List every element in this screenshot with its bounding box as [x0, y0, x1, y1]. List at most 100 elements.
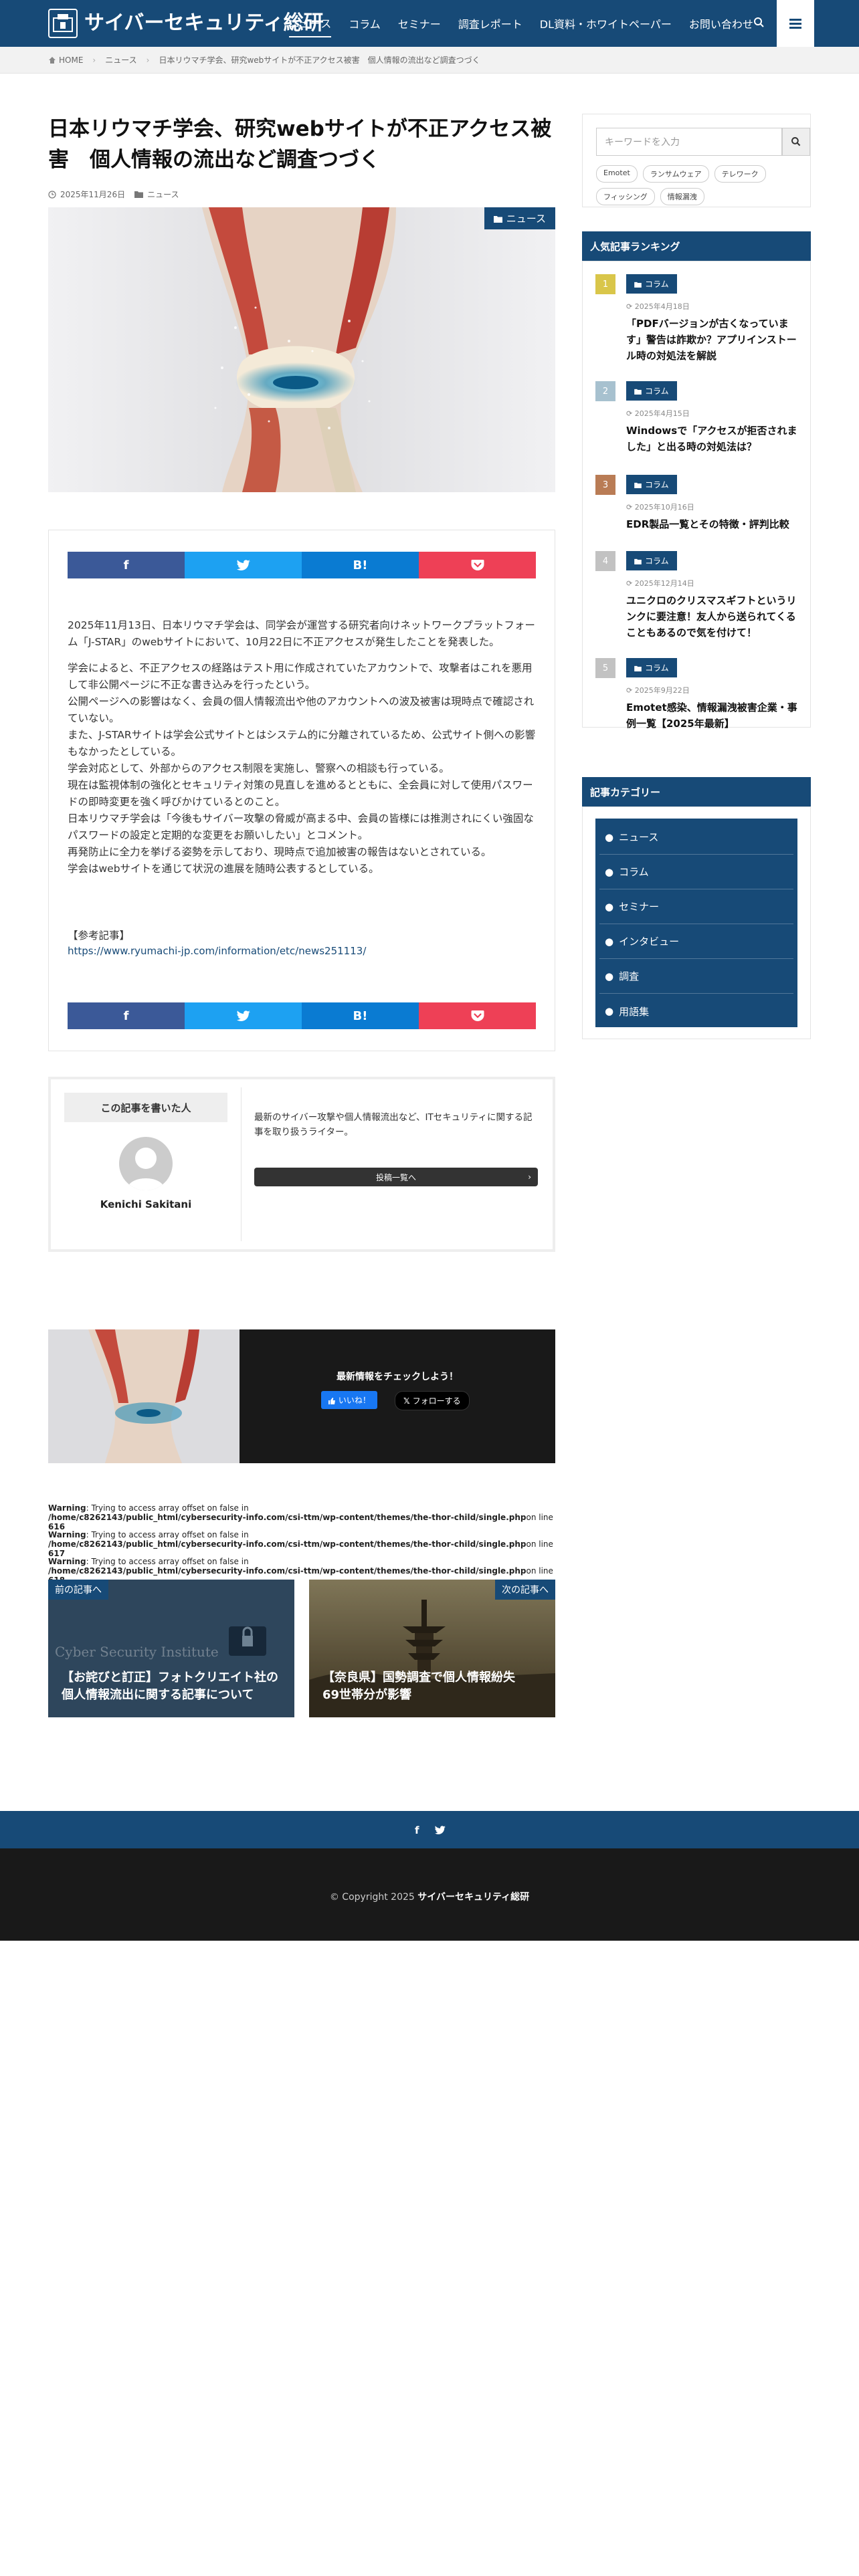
tag-cloud: Emotet ランサムウェア テレワーク フィッシング 情報漏洩 [596, 165, 797, 205]
author-divider [241, 1087, 242, 1241]
rank-category-badge[interactable]: コラム [626, 274, 677, 294]
circle-chevron-icon: ● [605, 831, 614, 843]
tag-item[interactable]: Emotet [596, 165, 638, 183]
next-article-card[interactable]: 次の記事へ 【奈良県】国勢調査で個人情報紛失 69世帯分が影響 [309, 1580, 555, 1717]
rank-number: 2 [595, 381, 615, 401]
article-paragraph: 2025年11月13日、日本リウマチ学会は、同学会が運営する研究者向けネットワー… [68, 619, 535, 648]
nav-item-news[interactable]: ニュース [289, 9, 332, 37]
prev-article-card[interactable]: Cyber Security Institute 前の記事へ 【お詫びと訂正】フ… [48, 1580, 294, 1717]
chevron-right-icon: › [528, 1172, 531, 1182]
article-paragraph-spacer [68, 651, 537, 660]
rank-title[interactable]: 「PDFバージョンが古くなっています」警告は詐欺か？アプリインストール時の対処法… [626, 316, 797, 364]
facebook-like-button[interactable]: いいね！ [321, 1391, 377, 1409]
follow-text: 最新情報をチェックしよう！ [337, 1372, 458, 1382]
author-posts-button[interactable]: 投稿一覧へ › [254, 1168, 538, 1186]
eyecatch-category-badge[interactable]: ニュース [484, 207, 555, 229]
rank-number: 3 [595, 475, 615, 495]
share-facebook-button[interactable]: f [68, 552, 185, 578]
folder-icon [634, 282, 642, 288]
share-hatena-button[interactable]: B! [302, 1002, 419, 1029]
rank-title[interactable]: Emotet感染、情報漏洩被害企業・事例一覧【2025年最新】 [626, 700, 797, 732]
site-title[interactable]: サイバーセキュリティ総研 [84, 10, 324, 37]
nav-item-seminar[interactable]: セミナー [398, 10, 441, 37]
circle-chevron-icon: ● [605, 1005, 614, 1017]
rank-title[interactable]: ユニクロのクリスマスギフトというリンクに要注意！友人から送られてくることもあるの… [626, 593, 797, 641]
x-logo-icon: 𝕏 [403, 1396, 410, 1406]
twitter-follow-button[interactable]: 𝕏 フォローする [395, 1391, 470, 1410]
tag-item[interactable]: フィッシング [596, 188, 655, 205]
pocket-icon [471, 560, 484, 570]
share-buttons-bottom: f B! [68, 1002, 536, 1029]
category-item-column[interactable]: ● コラム [599, 855, 793, 889]
ranking-item[interactable]: 3 コラム ⟳ 2025年10月16日 EDR製品一覧とその特徴・評判比較 [595, 475, 796, 535]
article-paragraph: 学会対応として、外部からのアクセス制限を実施し、警察への相談も行っている。 [68, 762, 450, 774]
share-facebook-button[interactable]: f [68, 1002, 185, 1029]
article-body: 2025年11月13日、日本リウマチ学会は、同学会が運営する研究者向けネットワー… [68, 617, 537, 877]
rank-category-badge[interactable]: コラム [626, 658, 677, 677]
article-paragraph: また、J-STARサイトは学会公式サイトとはシステム的に分離されているため、公式… [68, 729, 536, 758]
rank-title[interactable]: Windowsで「アクセスが拒否されました」と出る時の対処法は？ [626, 423, 797, 455]
rank-category-badge[interactable]: コラム [626, 381, 677, 401]
rank-title[interactable]: EDR製品一覧とその特徴・評判比較 [626, 516, 797, 532]
ranking-item[interactable]: 5 コラム ⟳ 2025年9月22日 Emotet感染、情報漏洩被害企業・事例一… [595, 658, 797, 730]
ranking-item[interactable]: 1 コラム ⟳ 2025年4月18日 「PDFバージョンが古くなっています」警告… [595, 274, 797, 364]
breadcrumb-category[interactable]: ニュース [105, 54, 136, 66]
category-list: ● ニュース ● コラム ● セミナー ● インタビュー ● 調査 ● 用語集 [595, 819, 797, 1027]
category-heading: 記事カテゴリー [582, 777, 811, 807]
rank-category-badge[interactable]: コラム [626, 551, 677, 570]
footer: © Copyright 2025 サイバーセキュリティ総研 [0, 1848, 859, 1941]
rank-category-badge[interactable]: コラム [626, 475, 677, 494]
next-article-label: 次の記事へ [495, 1580, 555, 1600]
tag-item[interactable]: 情報漏洩 [660, 188, 704, 205]
circle-chevron-icon: ● [605, 935, 614, 948]
article-paragraph: 現在は監視体制の強化とセキュリティ対策の見直しを進めるとともに、全会員に対して使… [68, 779, 533, 808]
nav-item-download[interactable]: DL資料・ホワイトペーパー [540, 10, 672, 37]
tag-item[interactable]: テレワーク [714, 165, 766, 183]
footer-facebook-icon[interactable]: f [415, 1824, 419, 1836]
reference-link[interactable]: https://www.ryumachi-jp.com/information/… [68, 945, 366, 957]
search-input[interactable]: キーワードを入力 [596, 128, 782, 156]
share-pocket-button[interactable] [419, 1002, 536, 1029]
prev-article-label: 前の記事へ [48, 1580, 108, 1600]
share-hatena-button[interactable]: B! [302, 552, 419, 578]
rank-date: ⟳ 2025年12月14日 [626, 579, 694, 588]
footer-twitter-icon[interactable] [435, 1824, 446, 1837]
folder-icon [634, 389, 642, 395]
category-item-interview[interactable]: ● インタビュー [599, 924, 793, 959]
nav-item-contact[interactable]: お問い合わせ [689, 10, 753, 37]
author-name[interactable]: Kenichi Sakitani [64, 1198, 227, 1210]
breadcrumb-home[interactable]: HOME [59, 56, 83, 65]
breadcrumb-separator: › [146, 55, 150, 65]
ranking-item[interactable]: 4 コラム ⟳ 2025年12月14日 ユニクロのクリスマスギフトというリンクに… [595, 551, 797, 645]
search-icon [791, 137, 801, 146]
breadcrumb: HOME › ニュース › 日本リウマチ学会、研究webサイトが不正アクセス被害… [0, 47, 859, 74]
rank-date: ⟳ 2025年10月16日 [626, 503, 694, 512]
clock-icon [48, 190, 56, 199]
tag-item[interactable]: ランサムウェア [642, 165, 709, 183]
share-twitter-button[interactable] [185, 1002, 302, 1029]
nav-item-column[interactable]: コラム [349, 10, 381, 37]
category-item-glossary[interactable]: ● 用語集 [599, 994, 793, 1029]
rank-number: 4 [595, 551, 615, 571]
site-header: サイバーセキュリティ総研 ニュース コラム セミナー 調査レポート DL資料・ホ… [0, 0, 859, 47]
article-paragraph: 日本リウマチ学会は「今後もサイバー攻撃の脅威が高まる中、会員の皆様には推測されに… [68, 813, 534, 841]
article-category[interactable]: ニュース [147, 189, 179, 200]
php-warning: Warning: Trying to access array offset o… [48, 1503, 553, 1531]
share-twitter-button[interactable] [185, 552, 302, 578]
folder-icon [634, 482, 642, 488]
site-logo-icon[interactable] [48, 9, 78, 38]
article-paragraph: 再発防止に全力を挙げる姿勢を示しており、現時点で追加被害の報告はないとされている… [68, 846, 492, 858]
author-box: この記事を書いた人 Kenichi Sakitani 最新のサイバー攻撃や個人情… [48, 1077, 555, 1252]
nav-item-report[interactable]: 調査レポート [458, 10, 522, 37]
author-description: 最新のサイバー攻撃や個人情報流出など、ITセキュリティに関する記事を取り扱うライ… [254, 1112, 533, 1138]
share-pocket-button[interactable] [419, 552, 536, 578]
category-item-news[interactable]: ● ニュース [599, 820, 793, 855]
hamburger-menu-icon[interactable] [777, 0, 814, 47]
search-submit-button[interactable] [782, 128, 810, 156]
search-icon[interactable] [753, 16, 766, 32]
category-item-seminar[interactable]: ● セミナー [599, 889, 793, 924]
folder-icon [634, 665, 642, 671]
prev-article-title: 【お詫びと訂正】フォトクリエイト社の個人情報流出に関する記事について [62, 1671, 278, 1702]
ranking-item[interactable]: 2 コラム ⟳ 2025年4月15日 Windowsで「アクセスが拒否されました… [595, 381, 797, 455]
category-item-survey[interactable]: ● 調査 [599, 959, 793, 994]
